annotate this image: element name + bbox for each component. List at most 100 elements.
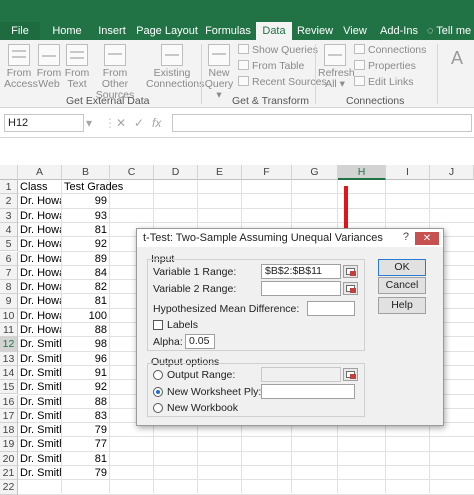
recent-sources-button[interactable]: Recent Sources (238, 75, 327, 89)
properties-button[interactable]: Properties (354, 59, 416, 73)
alpha-input[interactable]: 0.05 (185, 334, 215, 349)
column-header-h[interactable]: H (338, 165, 386, 180)
column-header-i[interactable]: I (386, 165, 430, 180)
cell-test-grade[interactable]: 82 (62, 280, 109, 294)
cell-test-grade[interactable]: 92 (62, 380, 109, 394)
cell-test-grade[interactable]: 98 (62, 337, 109, 351)
tab-insert[interactable]: Insert (92, 22, 132, 40)
help-button[interactable]: Help (378, 297, 426, 314)
new-worksheet-ply-input[interactable] (261, 384, 355, 399)
cancel-button[interactable]: Cancel (378, 277, 426, 294)
cell-class[interactable]: Dr. Smith (20, 366, 61, 380)
row-header[interactable]: 13 (0, 351, 18, 366)
row-header[interactable]: 3 (0, 208, 18, 223)
enter-entry-icon[interactable]: ✓ (134, 116, 144, 130)
cell-class[interactable]: Dr. Howar (20, 252, 61, 266)
cell-class[interactable]: Dr. Smith (20, 409, 61, 423)
tab-view[interactable]: View (340, 22, 370, 40)
new-worksheet-ply-radio[interactable] (153, 387, 163, 397)
cell-class[interactable]: Dr. Smith (20, 452, 61, 466)
column-header-a[interactable]: A (18, 165, 62, 180)
cell-test-grade[interactable]: 79 (62, 423, 109, 437)
cell-test-grade[interactable]: 88 (62, 395, 109, 409)
column-header-e[interactable]: E (198, 165, 242, 180)
help-question-icon[interactable]: ? (403, 231, 409, 243)
tab-data[interactable]: Data (256, 22, 292, 40)
collapse-dialog-icon[interactable] (343, 282, 358, 295)
row-header[interactable]: 5 (0, 237, 18, 252)
cell-test-grade[interactable]: 93 (62, 209, 109, 223)
tab-add-ins[interactable]: Add-Ins (378, 22, 420, 40)
connections-button[interactable]: Connections (354, 43, 426, 57)
cancel-entry-icon[interactable]: ✕ (116, 116, 126, 130)
cell-class[interactable]: Dr. Smith (20, 437, 61, 451)
row-header[interactable]: 16 (0, 394, 18, 409)
cell-test-grade[interactable]: 81 (62, 294, 109, 308)
tab-home[interactable]: Home (46, 22, 88, 40)
variable1-range-input[interactable]: $B$2:$B$11 (261, 264, 341, 279)
new-query-button[interactable]: New Query ▾ (204, 44, 234, 101)
row-header[interactable]: 4 (0, 222, 18, 238)
cell-class[interactable]: Dr. Howar (20, 237, 61, 251)
row-header[interactable]: 10 (0, 308, 18, 323)
new-workbook-radio[interactable] (153, 403, 163, 413)
cell-class[interactable]: Dr. Smith (20, 380, 61, 394)
cell-test-grade[interactable]: 96 (62, 352, 109, 366)
cell-class[interactable]: Dr. Smith (20, 423, 61, 437)
name-box-dropdown-icon[interactable]: ▾ (86, 116, 92, 130)
hypothesized-mean-input[interactable] (307, 301, 355, 316)
from-web-button[interactable]: From Web (36, 44, 62, 90)
output-range-radio[interactable] (153, 370, 163, 380)
row-header[interactable]: 7 (0, 265, 18, 281)
cell-test-grade[interactable]: 77 (62, 437, 109, 451)
row-header[interactable]: 12 (0, 337, 18, 352)
cell-test-grade[interactable]: 83 (62, 409, 109, 423)
cell-test-grade[interactable]: 88 (62, 323, 109, 337)
insert-function-icon[interactable]: fx (152, 116, 161, 130)
row-header[interactable]: 6 (0, 251, 18, 266)
cell-test-grade[interactable]: 81 (62, 223, 109, 237)
cell-class[interactable]: Class (20, 180, 61, 194)
row-header[interactable]: 17 (0, 408, 18, 424)
row-header[interactable]: 19 (0, 437, 18, 452)
column-header-c[interactable]: C (110, 165, 154, 180)
cell-class[interactable]: Dr. Smith (20, 337, 61, 351)
collapse-dialog-icon[interactable] (343, 265, 358, 278)
cell-class[interactable]: Dr. Howar (20, 194, 61, 208)
from-access-button[interactable]: From Access (4, 44, 38, 90)
cell-class[interactable] (20, 480, 61, 494)
cell-class[interactable]: Dr. Smith (20, 395, 61, 409)
select-all-corner[interactable] (0, 165, 18, 180)
name-box[interactable]: H12 (4, 114, 84, 132)
cell-test-grade[interactable]: 84 (62, 266, 109, 280)
from-other-sources-button[interactable]: From Other Sources (90, 44, 140, 101)
cell-class[interactable]: Dr. Smith (20, 352, 61, 366)
output-range-input[interactable] (261, 367, 341, 382)
column-header-f[interactable]: F (242, 165, 292, 180)
refresh-all-button[interactable]: Refresh All ▾ (318, 44, 355, 90)
row-header[interactable]: 21 (0, 466, 18, 481)
cell-class[interactable]: Dr. Smith (20, 466, 61, 480)
row-header[interactable]: 20 (0, 451, 18, 466)
tab-formulas[interactable]: Formulas (204, 22, 252, 40)
row-header[interactable]: 18 (0, 423, 18, 438)
variable2-range-input[interactable] (261, 281, 341, 296)
column-header-g[interactable]: G (292, 165, 338, 180)
collapse-dialog-icon[interactable] (343, 368, 358, 381)
ok-button[interactable]: OK (378, 259, 426, 276)
cell-test-grade[interactable]: 100 (62, 309, 109, 323)
cell-class[interactable]: Dr. Howar (20, 266, 61, 280)
cell-test-grade[interactable]: 92 (62, 237, 109, 251)
row-header[interactable]: 8 (0, 280, 18, 295)
show-queries-button[interactable]: Show Queries (238, 43, 318, 57)
tab-page-layout[interactable]: Page Layout (134, 22, 200, 40)
cell-test-grade[interactable]: 81 (62, 452, 109, 466)
labels-checkbox[interactable] (153, 320, 163, 330)
cell-test-grade[interactable] (62, 480, 109, 494)
cell-test-grade[interactable]: 99 (62, 194, 109, 208)
from-text-button[interactable]: From Text (64, 44, 90, 90)
row-header[interactable]: 14 (0, 365, 18, 381)
row-header[interactable]: 2 (0, 194, 18, 209)
row-header[interactable]: 15 (0, 380, 18, 395)
column-header-b[interactable]: B (62, 165, 110, 180)
